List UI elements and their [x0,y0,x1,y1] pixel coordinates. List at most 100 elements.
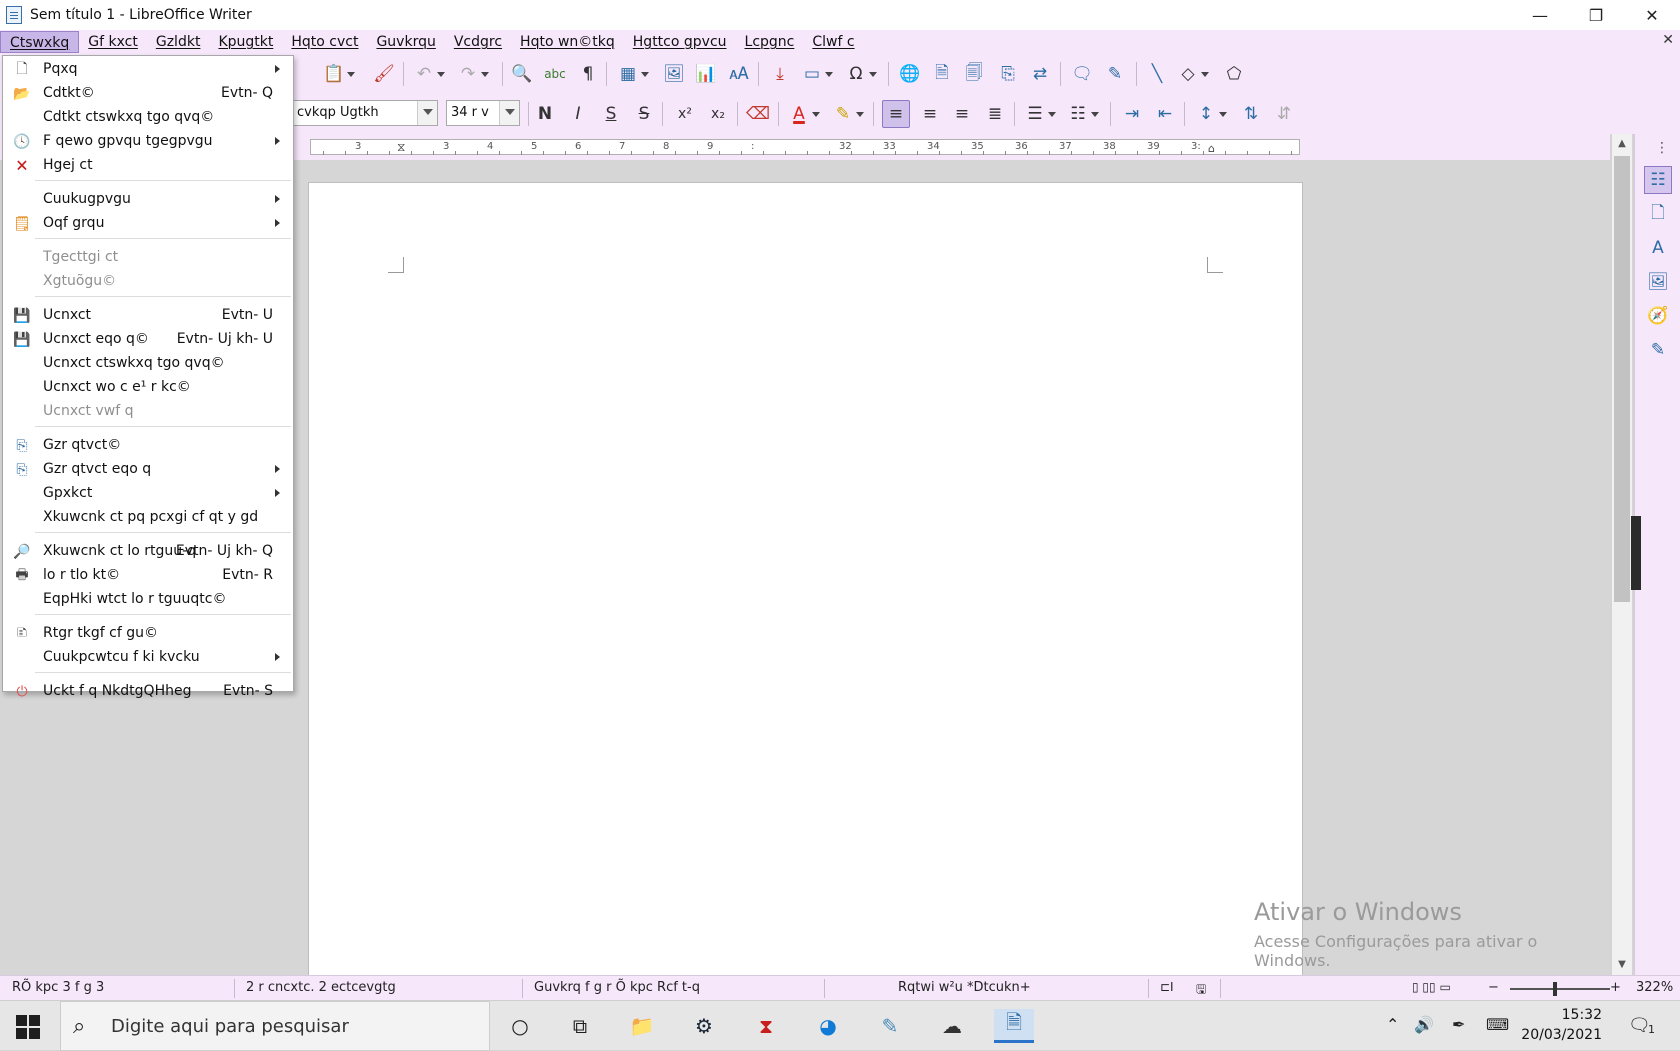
italic-button[interactable]: I [566,102,590,126]
insert-table-icon[interactable]: ▦ [616,62,649,86]
font-color-icon[interactable]: A [787,102,820,126]
menu-window[interactable]: Lcpgnc [736,31,804,53]
sidebar-menu-icon[interactable]: ⋮ [1655,140,1669,156]
taskbar-clock[interactable]: 15:32 20/03/2021 [1516,1005,1602,1045]
sidebar-properties-icon[interactable]: ☷ [1644,166,1672,194]
scrollbar-thumb[interactable] [1614,156,1630,602]
scroll-up-icon[interactable]: ▲ [1612,134,1632,154]
file-menu-item[interactable]: ⏻ Uckt f q NkdtgQHheg Evtn- S [3,680,293,704]
align-left-button[interactable]: ≡ [882,100,910,128]
insert-endnote-icon[interactable]: 🗐 [962,62,986,86]
strikethrough-button[interactable]: S [632,102,656,126]
close-window-button[interactable]: ✕ [1624,0,1680,30]
file-menu-item[interactable]: 💾 Ucnxct Evtn- U [3,304,293,328]
document-modified-icon[interactable]: 🖫 [1196,980,1206,1001]
menu-form[interactable]: Hqto wn©tkq [511,31,624,53]
zoom-slider-knob[interactable] [1553,982,1557,996]
insert-bookmark-icon[interactable]: ⎘ [996,62,1020,86]
insert-comment-icon[interactable]: 🗨 [1070,62,1094,86]
file-menu-item[interactable]: 📂 Cdtkt© Evtn- Q [3,82,293,106]
libreoffice-writer-taskbar-icon[interactable]: 🗎 [994,1009,1034,1043]
align-right-button[interactable]: ≡ [950,102,974,126]
align-center-button[interactable]: ≡ [918,102,942,126]
file-menu-item[interactable]: ⎘ Gzr qtvct eqo q [3,458,293,482]
line-spacing-icon[interactable]: ↕ [1194,102,1227,126]
underline-button[interactable]: S [599,102,623,126]
view-layout-icons[interactable]: ▯ ▯▯ ▭ [1412,980,1451,994]
insert-line-icon[interactable]: ╲ [1145,62,1169,86]
menu-edit[interactable]: Gf kxct [79,31,147,53]
menu-styles[interactable]: Guvkrqu [367,31,444,53]
windows-start-icon[interactable] [16,1015,40,1039]
cortana-icon[interactable]: ○ [500,1009,540,1043]
menu-help[interactable]: Clwf c [803,31,863,53]
redo-icon[interactable]: ↷ [456,62,489,86]
file-menu-item[interactable]: 💾 Ucnxct eqo q© Evtn- Uj kh- U [3,328,293,352]
justify-button[interactable]: ≣ [983,102,1007,126]
file-menu-item[interactable]: 🗈 Rtgr tkgf cf gu© [3,622,293,646]
file-menu-item[interactable]: Cuukugpvgu [3,188,293,212]
word-count[interactable]: 2 r cncxtc. 2 ectcevgtg [246,980,396,995]
keyboard-icon[interactable]: ⌨ [1486,1015,1509,1034]
numbered-list-icon[interactable]: ☷ [1066,102,1099,126]
bullet-list-icon[interactable]: ☰ [1023,102,1056,126]
file-menu-item[interactable]: ⎘ Gzr qtvct© [3,434,293,458]
maximize-button[interactable]: ❐ [1568,0,1624,30]
file-menu-item[interactable]: Xkuwcnk ct pq pcxgi cf qt y gd [3,506,293,530]
font-size-dropdown-icon[interactable] [499,101,519,125]
font-name-dropdown-icon[interactable] [417,101,437,125]
sidebar-navigator-icon[interactable]: 🧭 [1644,302,1672,330]
horizontal-ruler[interactable]: 3 3 4 5 6 7 8 9:32 33 34 35 36 37 38 39 3: ⧖ ⌂ [310,139,1300,155]
language[interactable]: Rqtwi w²u *Dtcukn+ [898,980,1031,995]
edge-browser-icon[interactable]: ◕ [808,1009,848,1043]
close-document-icon[interactable]: ✕ [1662,32,1674,48]
vertical-scrollbar[interactable]: ▲ ▼ [1612,134,1632,975]
steam-icon[interactable]: ⚙ [684,1009,724,1043]
find-replace-icon[interactable]: 🔍 [510,62,534,86]
font-size-box[interactable]: 34 r v [446,100,520,126]
file-menu-item[interactable]: EqpHki wtct lo r tguuqtc© [3,588,293,612]
font-name-box[interactable]: cvkqp Ugtkh [292,100,438,126]
superscript-button[interactable]: x² [673,102,697,126]
file-menu-item[interactable]: Ucnxct ctswkxq tgo qvq© [3,352,293,376]
decrease-paragraph-spacing-icon[interactable]: ⇵ [1272,102,1296,126]
insert-hyperlink-icon[interactable]: 🌐 [898,62,922,86]
sidebar-manage-changes-icon[interactable]: ✎ [1644,336,1672,364]
taskbar-search-box[interactable]: ⌕ Digite aqui para pesquisar [60,1001,490,1051]
acrobat-reader-icon[interactable]: ⧗ [746,1009,786,1043]
bold-button[interactable]: N [533,102,557,126]
file-menu-item[interactable]: Cdtkt ctswkxq tgo qvq© [3,106,293,130]
menu-insert[interactable]: Kpugtkt [209,31,282,53]
increase-paragraph-spacing-icon[interactable]: ⇅ [1239,102,1263,126]
basic-shapes-icon[interactable]: ◇ [1176,62,1209,86]
pen-icon[interactable]: ✒ [1452,1015,1465,1034]
file-menu-item[interactable]: 🖶 lo r tlo kt© Evtn- R [3,564,293,588]
clone-formatting-icon[interactable]: 🖌 [372,62,396,86]
file-menu-item[interactable]: 🗋 Pqxq [3,58,293,82]
special-character-icon[interactable]: Ω [844,62,877,86]
notes-app-icon[interactable]: ✎ [870,1009,910,1043]
zoom-level[interactable]: 322% [1636,980,1673,995]
undo-icon[interactable]: ↶ [412,62,445,86]
decrease-indent-icon[interactable]: ⇤ [1153,102,1177,126]
file-menu-item[interactable]: 🗒 Oqf grqu [3,212,293,236]
clear-formatting-icon[interactable]: ⌫ [746,102,770,126]
scroll-down-icon[interactable]: ▼ [1612,955,1632,975]
formatting-marks-icon[interactable]: ¶ [576,62,600,86]
menu-format[interactable]: Hqto cvct [282,31,367,53]
insert-textbox-icon[interactable]: 🗚 [727,62,751,86]
sidebar-gallery-icon[interactable]: 🖼 [1644,268,1672,296]
insert-chart-icon[interactable]: 📊 [694,62,718,86]
track-changes-icon[interactable]: ✎ [1103,62,1127,86]
spellcheck-icon[interactable]: abc [543,62,567,86]
page-count[interactable]: RÕ kpc 3 f g 3 [12,980,104,995]
sidebar-page-icon[interactable]: 🗋 [1644,200,1672,228]
page-style[interactable]: Guvkrq f g r Õ kpc Rcf t-q [534,980,700,995]
menu-file[interactable]: Ctswxkq [0,31,80,53]
selection-mode-icon[interactable]: ⊏I [1160,980,1174,994]
sidebar-styles-icon[interactable]: A [1644,234,1672,262]
task-view-icon[interactable]: ⧉ [560,1009,600,1043]
zoom-slider[interactable] [1510,982,1610,996]
document-page[interactable] [308,182,1303,1002]
volume-icon[interactable]: 🔊 [1414,1015,1434,1034]
